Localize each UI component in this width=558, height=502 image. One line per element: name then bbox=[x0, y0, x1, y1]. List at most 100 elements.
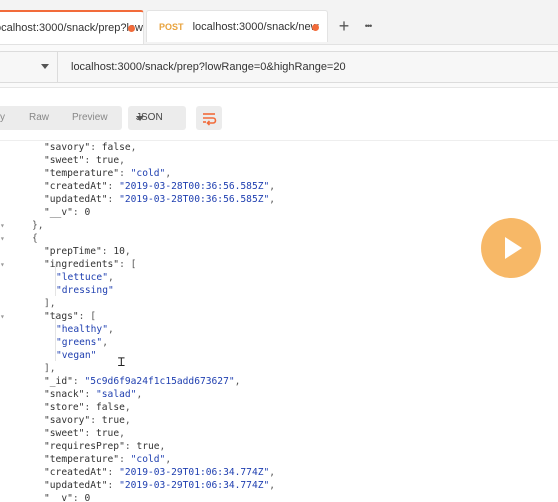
url-input[interactable]: localhost:3000/snack/prep?lowRange=0&hig… bbox=[71, 52, 346, 82]
response-body[interactable]: "savory": false, "sweet": true, "temperatu… bbox=[0, 141, 558, 502]
unsaved-dot-icon bbox=[312, 24, 319, 31]
code-line: ], bbox=[44, 297, 56, 310]
format-select[interactable]: JSON bbox=[128, 106, 186, 130]
json-token: 0 bbox=[84, 493, 91, 502]
json-key: "__v" bbox=[44, 207, 73, 218]
json-key: "sweet" bbox=[44, 428, 85, 439]
json-key: "savory" bbox=[44, 415, 91, 426]
add-tab-button[interactable]: + bbox=[332, 12, 356, 40]
code-line: "__v": 0 bbox=[44, 206, 90, 219]
json-token: : bbox=[107, 480, 120, 491]
tab-post-snack-new[interactable]: POST localhost:3000/snack/new bbox=[146, 10, 328, 42]
json-key: "_id" bbox=[44, 376, 73, 387]
json-key: "createdAt" bbox=[44, 467, 108, 478]
json-token: , bbox=[124, 415, 131, 426]
json-token: , bbox=[269, 467, 276, 478]
json-token: , bbox=[159, 441, 166, 452]
code-line: "dressing" bbox=[56, 284, 114, 297]
video-play-button[interactable] bbox=[481, 218, 541, 278]
code-line: "tags": [ bbox=[44, 310, 96, 323]
json-token: true bbox=[101, 415, 125, 426]
json-token: , bbox=[234, 376, 241, 387]
more-tabs-button[interactable]: ••• bbox=[356, 12, 380, 40]
json-token: , bbox=[269, 480, 276, 491]
view-mode-segment: y Raw Preview bbox=[0, 106, 122, 130]
json-key: "sweet" bbox=[44, 155, 85, 166]
tab-method: POST bbox=[159, 22, 184, 32]
json-token: false bbox=[96, 402, 125, 413]
json-string: "lettuce" bbox=[56, 272, 108, 283]
code-line: "lettuce", bbox=[56, 271, 114, 284]
fold-toggle-icon[interactable]: ▾ bbox=[0, 221, 5, 230]
code-line: "snack": "salad", bbox=[44, 388, 142, 401]
json-key: "updatedAt" bbox=[44, 194, 108, 205]
json-token: : bbox=[119, 454, 131, 465]
json-token: , bbox=[269, 181, 276, 192]
json-string: "2019-03-28T00:36:56.585Z" bbox=[119, 194, 270, 205]
code-line: "_id": "5c9d6f9a24f1c15add673627", bbox=[44, 375, 240, 388]
json-token: : bbox=[119, 168, 131, 179]
json-key: "store" bbox=[44, 402, 85, 413]
view-preview-tab[interactable]: Preview bbox=[72, 106, 108, 130]
code-line: "vegan" bbox=[56, 349, 96, 362]
tab-get-snack-prep[interactable]: ocalhost:3000/snack/prep?lowR. bbox=[0, 10, 144, 44]
json-token: , bbox=[136, 389, 143, 400]
json-token: , bbox=[269, 194, 276, 205]
json-token: : bbox=[90, 415, 102, 426]
wrap-lines-button[interactable] bbox=[196, 106, 222, 130]
json-key: "createdAt" bbox=[44, 181, 108, 192]
code-line: { bbox=[32, 232, 38, 245]
json-key: "ingredients" bbox=[44, 259, 120, 270]
json-token: true bbox=[96, 428, 120, 439]
json-token: : bbox=[72, 207, 85, 218]
json-token: : bbox=[84, 155, 96, 166]
json-token: : bbox=[101, 246, 114, 257]
json-token: , bbox=[165, 454, 172, 465]
json-string: "vegan" bbox=[56, 350, 97, 361]
code-line: "savory": false, bbox=[44, 141, 136, 154]
json-string: "2019-03-29T01:06:34.774Z" bbox=[119, 467, 270, 478]
code-line: ], bbox=[44, 362, 56, 375]
json-string: "greens" bbox=[56, 337, 103, 348]
json-key: "__v" bbox=[44, 493, 73, 502]
method-select[interactable] bbox=[0, 52, 58, 82]
json-key: "savory" bbox=[44, 142, 91, 153]
code-line: "updatedAt": "2019-03-29T01:06:34.774Z", bbox=[44, 479, 275, 492]
view-raw-tab[interactable]: Raw bbox=[29, 106, 49, 130]
json-key: "prepTime" bbox=[44, 246, 102, 257]
json-string: "cold" bbox=[130, 454, 166, 465]
json-token: false bbox=[101, 142, 131, 153]
json-token: , bbox=[107, 272, 114, 283]
json-token: : [ bbox=[78, 311, 96, 322]
json-token: : bbox=[72, 376, 85, 387]
json-token: ], bbox=[44, 363, 56, 374]
code-line: "sweet": true, bbox=[44, 427, 125, 440]
play-icon bbox=[505, 237, 522, 259]
code-line: "temperature": "cold", bbox=[44, 453, 171, 466]
fold-toggle-icon[interactable]: ▾ bbox=[0, 234, 5, 243]
code-line: "ingredients": [ bbox=[44, 258, 136, 271]
chevron-down-icon bbox=[41, 64, 49, 69]
code-line: "__v": 0 bbox=[44, 492, 90, 502]
json-key: "temperature" bbox=[44, 168, 120, 179]
code-line: "prepTime": 10, bbox=[44, 245, 131, 258]
json-token: : bbox=[107, 194, 120, 205]
json-token: , bbox=[165, 168, 172, 179]
response-toolbar: y Raw Preview JSON bbox=[0, 88, 558, 141]
view-pretty-tab[interactable]: y bbox=[0, 106, 5, 130]
json-token: ], bbox=[44, 298, 56, 309]
fold-toggle-icon[interactable]: ▾ bbox=[0, 260, 5, 269]
wrap-lines-icon bbox=[203, 113, 217, 126]
url-bar: localhost:3000/snack/prep?lowRange=0&hig… bbox=[0, 51, 558, 83]
code-line: "savory": true, bbox=[44, 414, 131, 427]
json-token: , bbox=[119, 428, 125, 439]
code-line: }, bbox=[32, 219, 44, 232]
fold-toggle-icon[interactable]: ▾ bbox=[0, 312, 5, 321]
json-token: 0 bbox=[84, 207, 91, 218]
code-line: "requiresPrep": true, bbox=[44, 440, 165, 453]
json-token: : bbox=[124, 441, 137, 452]
json-string: "healthy" bbox=[56, 324, 108, 335]
code-line: "store": false, bbox=[44, 401, 131, 414]
json-token: : bbox=[107, 467, 120, 478]
json-token: , bbox=[107, 324, 114, 335]
